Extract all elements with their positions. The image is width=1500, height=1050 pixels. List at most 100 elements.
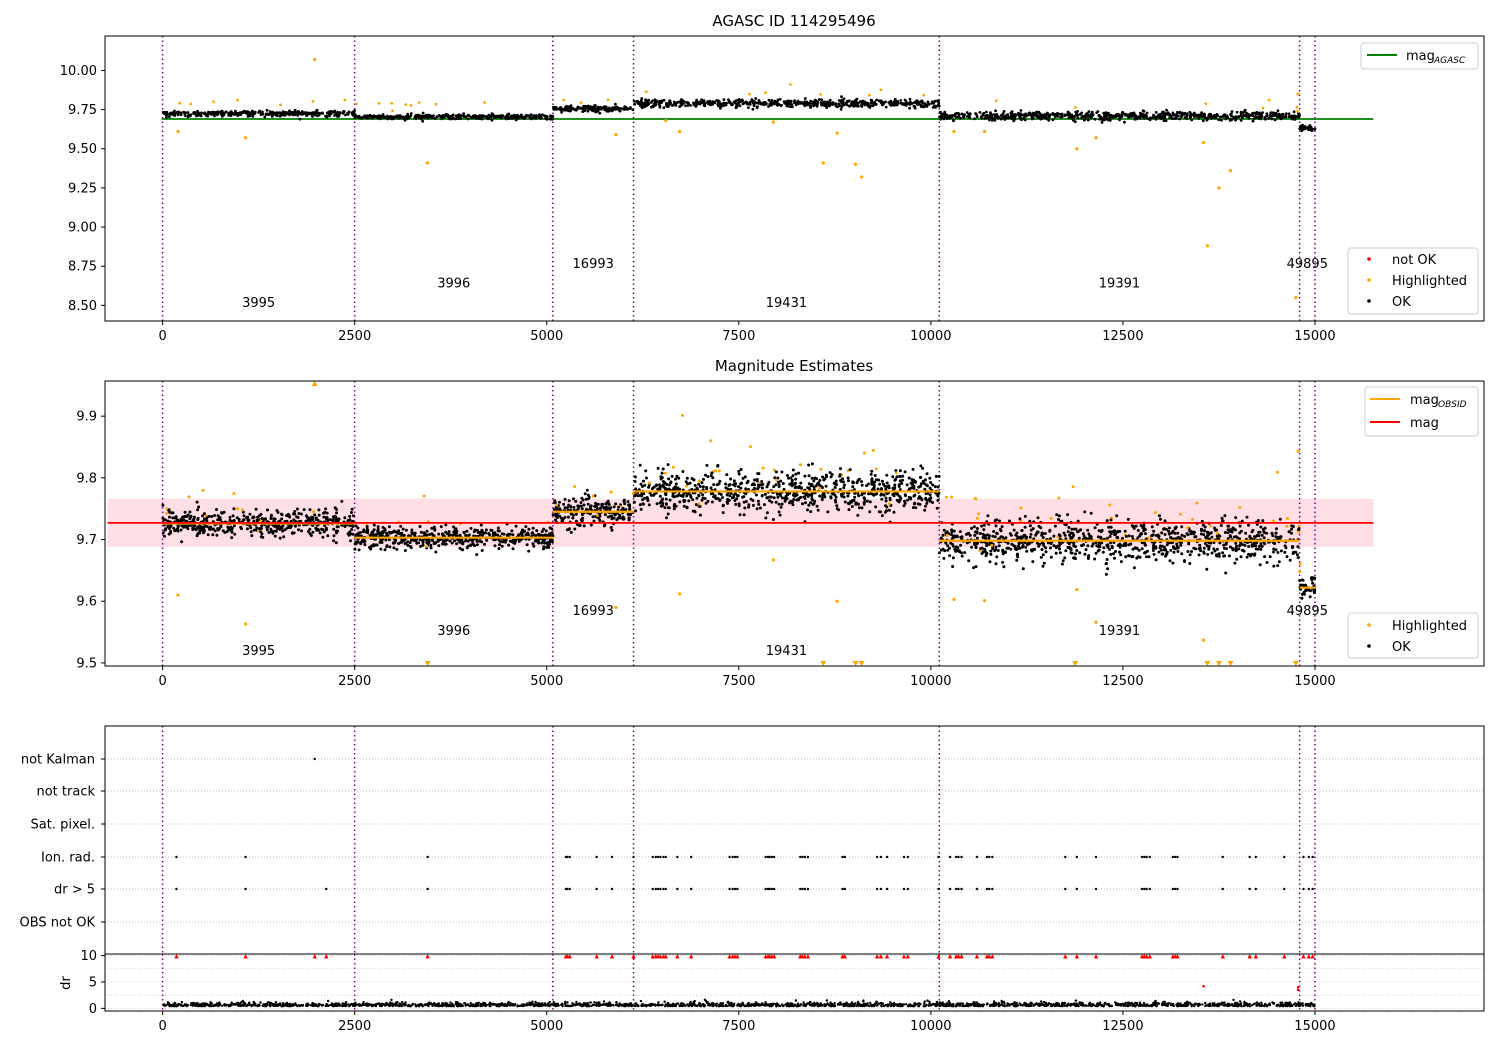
- ok-point: [872, 483, 876, 487]
- ok-point: [317, 113, 321, 117]
- ok-point: [197, 505, 201, 509]
- ok-point: [897, 485, 901, 488]
- ok-point: [913, 480, 917, 484]
- ok-point: [960, 554, 964, 558]
- ok-point: [501, 540, 505, 544]
- ok-point: [1123, 529, 1127, 533]
- ok-point: [582, 104, 586, 108]
- ok-point: [1163, 519, 1167, 523]
- ok-point: [936, 485, 940, 489]
- ok-point: [633, 475, 637, 479]
- ok-point: [982, 528, 986, 532]
- ok-point: [1081, 532, 1085, 536]
- ok-point: [717, 482, 721, 486]
- ok-point: [1080, 116, 1084, 120]
- ok-point: [777, 502, 781, 506]
- ok-point: [726, 497, 730, 501]
- ok-point: [333, 514, 337, 518]
- ok-point: [579, 504, 583, 508]
- x-tick-label: 10000: [910, 329, 951, 344]
- ok-point: [598, 107, 602, 110]
- ok-point: [1272, 550, 1275, 554]
- ok-point: [751, 503, 755, 507]
- ok-point: [835, 507, 839, 511]
- ok-point: [168, 115, 171, 119]
- ok-point: [731, 103, 734, 106]
- highlighted-point: [789, 83, 792, 86]
- ok-point: [334, 541, 338, 545]
- y-tick-label: 10.00: [60, 64, 97, 79]
- ok-point: [1296, 556, 1300, 560]
- highlighted-point: [663, 471, 667, 475]
- ok-point: [959, 543, 963, 547]
- ok-point: [260, 524, 264, 528]
- highlighted-point: [1094, 136, 1098, 140]
- ok-point: [1287, 112, 1291, 116]
- ok-point: [994, 562, 998, 566]
- ok-point: [755, 507, 759, 511]
- ok-point: [589, 523, 593, 527]
- ok-point: [774, 483, 778, 487]
- ok-point: [273, 517, 277, 521]
- ok-point: [925, 105, 929, 108]
- ok-point: [1014, 533, 1018, 537]
- ok-point: [540, 541, 544, 545]
- ok-point: [966, 115, 969, 118]
- ok-point: [743, 506, 747, 510]
- ok-point: [1235, 557, 1239, 561]
- ok-point: [1274, 531, 1278, 535]
- ok-point: [218, 518, 222, 522]
- ok-point: [191, 519, 195, 523]
- ok-point: [533, 539, 537, 543]
- ok-point: [934, 474, 938, 478]
- highlighted-point: [798, 463, 802, 467]
- ok-point: [627, 518, 631, 522]
- ok-point: [919, 475, 923, 479]
- ok-point: [268, 112, 272, 116]
- ok-point: [672, 100, 676, 104]
- ok-point: [348, 518, 352, 522]
- ok-point: [973, 533, 977, 537]
- ok-point: [525, 114, 529, 118]
- ok-point: [803, 101, 807, 104]
- ok-point: [763, 492, 767, 496]
- ok-point: [164, 518, 168, 522]
- ok-point: [1203, 116, 1207, 120]
- ok-point: [1144, 555, 1148, 559]
- ok-point: [1083, 552, 1087, 556]
- ok-point: [722, 98, 726, 101]
- ok-point: [1076, 110, 1079, 113]
- ok-point: [1114, 550, 1117, 553]
- ok-point: [211, 533, 215, 537]
- ok-point: [251, 115, 255, 118]
- ok-point: [817, 98, 821, 101]
- ok-point: [292, 512, 295, 516]
- ok-point: [665, 516, 668, 520]
- highlighted-point: [853, 162, 858, 167]
- ok-point: [1175, 115, 1178, 118]
- ok-point: [820, 98, 824, 102]
- ok-point: [941, 113, 944, 117]
- ok-point: [838, 474, 842, 478]
- ok-point: [929, 481, 933, 484]
- ok-point: [236, 112, 240, 116]
- highlighted-point: [764, 91, 768, 94]
- ok-point: [171, 516, 175, 520]
- ok-point: [316, 527, 320, 531]
- ok-point: [234, 109, 237, 113]
- ok-point: [760, 480, 764, 483]
- ok-point: [216, 514, 220, 518]
- ok-point: [480, 549, 484, 552]
- ok-point: [194, 528, 198, 532]
- ok-point: [232, 112, 235, 115]
- y-tick-label: 9.25: [68, 181, 97, 196]
- ok-point: [1171, 561, 1175, 565]
- ok-point: [880, 514, 884, 518]
- ok-point: [928, 499, 932, 503]
- ok-point: [441, 532, 444, 536]
- ok-point: [747, 503, 751, 507]
- highlighted-point: [1205, 244, 1210, 248]
- ok-point: [1265, 561, 1269, 564]
- ok-point: [903, 98, 907, 102]
- ok-point: [614, 108, 617, 111]
